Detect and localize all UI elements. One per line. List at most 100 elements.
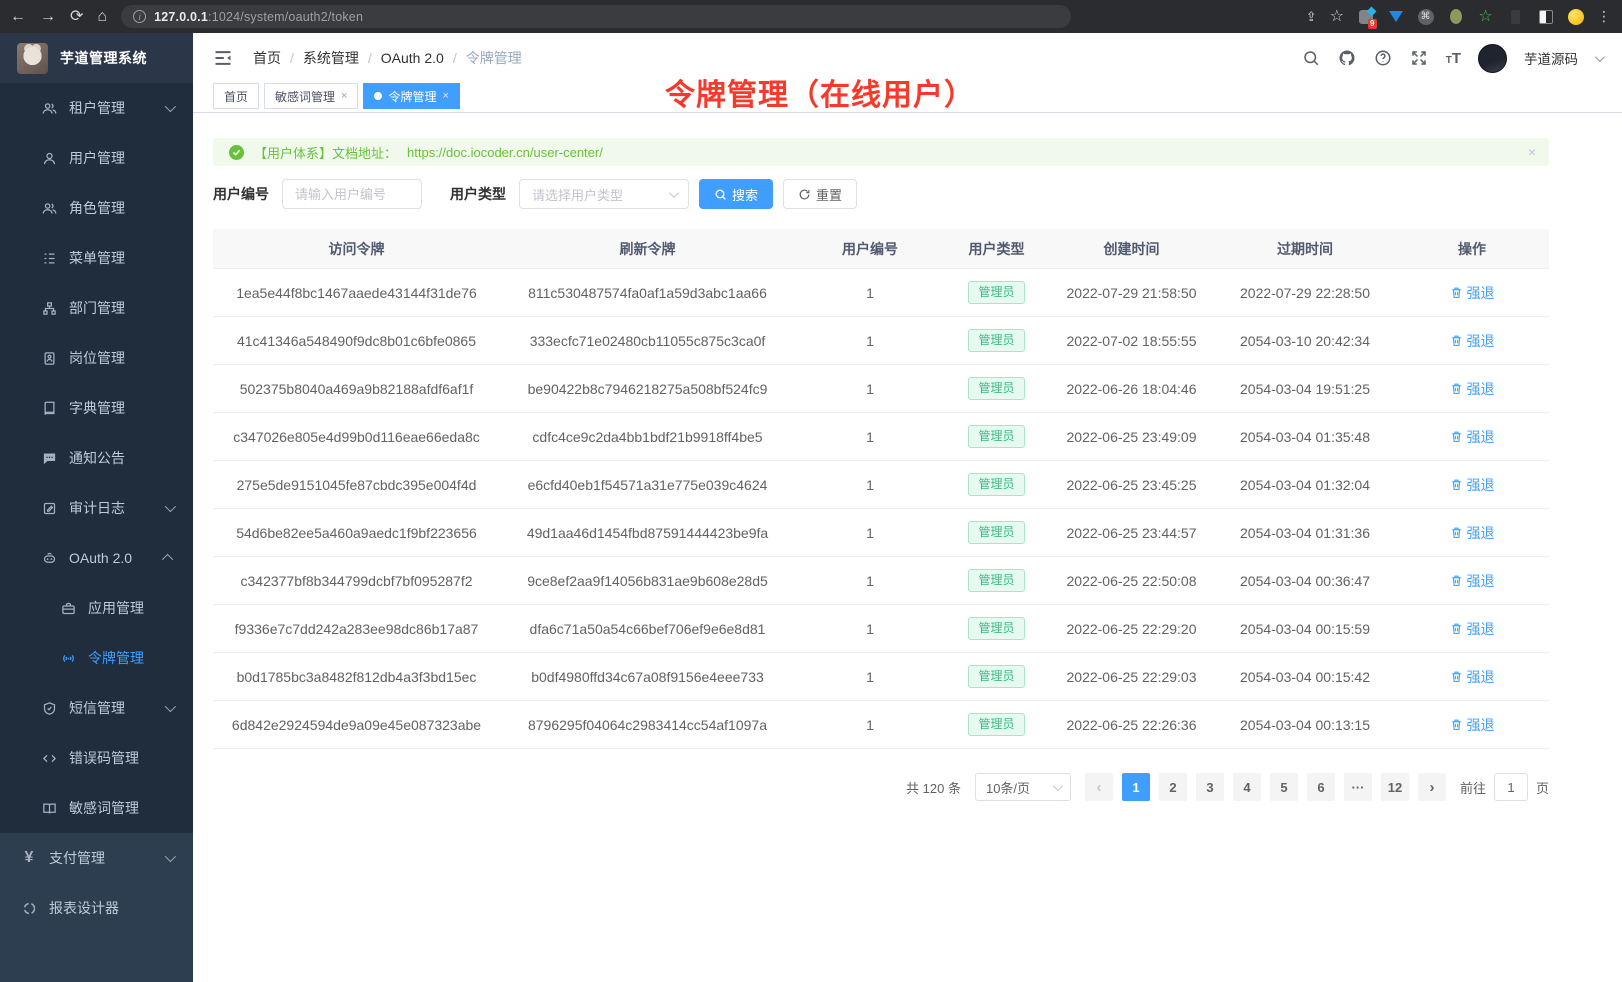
help-icon[interactable]: [1374, 49, 1393, 68]
jump-page-input[interactable]: [1494, 773, 1528, 801]
sidebar-item-sms-management[interactable]: 短信管理: [0, 683, 193, 733]
page-ellipsis[interactable]: ···: [1344, 773, 1372, 801]
yen-icon: ¥: [21, 849, 37, 867]
table-cell: 2054-03-04 01:31:36: [1215, 525, 1395, 541]
page-button-2[interactable]: 2: [1159, 773, 1187, 801]
sidebar-toggle-icon[interactable]: [213, 48, 233, 68]
sidebar-item-role-management[interactable]: 角色管理: [0, 183, 193, 233]
sidebar-item-token-management[interactable]: 令牌管理: [0, 633, 193, 683]
force-logout-button[interactable]: 强退: [1450, 475, 1495, 495]
breadcrumb-item-0[interactable]: 首页: [253, 48, 281, 68]
sidebar-item-tenant-management[interactable]: 租户管理: [0, 83, 193, 133]
sidebar-item-menu-management[interactable]: 菜单管理: [0, 233, 193, 283]
sidebar-item-label: 应用管理: [88, 598, 144, 618]
breadcrumb-separator: /: [290, 50, 294, 66]
extension-split-icon[interactable]: [1537, 8, 1554, 25]
extension-command-icon[interactable]: ⌘: [1417, 8, 1434, 25]
sidebar-item-notice-announcement[interactable]: 通知公告: [0, 433, 193, 483]
address-bar[interactable]: i 127.0.0.1:1024/system/oauth2/token: [121, 5, 1071, 28]
access-token: b0d1785bc3a8482f812db4a3f3bd15ec: [237, 669, 477, 685]
sidebar-item-audit-log[interactable]: 审计日志: [0, 483, 193, 533]
force-logout-button[interactable]: 强退: [1450, 283, 1495, 303]
sidebar-item-app-management[interactable]: 应用管理: [0, 583, 193, 633]
page-button-3[interactable]: 3: [1196, 773, 1224, 801]
user-id-input[interactable]: [282, 179, 422, 209]
table-body: 1ea5e44f8bc1467aaede43144f31de76811c5304…: [213, 269, 1549, 749]
extension-oval-icon[interactable]: [1447, 8, 1464, 25]
access-token: 1ea5e44f8bc1467aaede43144f31de76: [236, 285, 477, 301]
page-button-1[interactable]: 1: [1122, 773, 1150, 801]
table-cell: 管理员: [945, 521, 1048, 543]
user-menu-caret-icon[interactable]: [1595, 52, 1605, 62]
app-logo[interactable]: 芋道管理系统: [0, 33, 193, 83]
force-logout-button[interactable]: 强退: [1450, 619, 1495, 639]
users-icon: [41, 100, 57, 116]
page-button-6[interactable]: 6: [1307, 773, 1335, 801]
access-token: c342377bf8b344799dcbf7bf095287f2: [241, 573, 473, 589]
sidebar-item-sensitive-word-management[interactable]: 敏感词管理: [0, 783, 193, 833]
sidebar-item-dict-management[interactable]: 字典管理: [0, 383, 193, 433]
extension-emoji-icon[interactable]: [1567, 8, 1584, 25]
table-cell: 2022-06-26 18:04:46: [1048, 381, 1215, 397]
page-button-5[interactable]: 5: [1270, 773, 1298, 801]
github-icon[interactable]: [1338, 49, 1357, 68]
sidebar-item-pay-management[interactable]: ¥支付管理: [0, 833, 193, 883]
prev-page-button[interactable]: ‹: [1085, 773, 1113, 801]
home-icon[interactable]: ⌂: [97, 9, 107, 25]
back-icon[interactable]: ←: [10, 9, 26, 25]
font-size-icon[interactable]: TT: [1446, 50, 1461, 67]
refresh-token: 49d1aa46d1454fbd87591444423be9fa: [527, 525, 768, 541]
fullscreen-icon[interactable]: [1410, 49, 1429, 68]
force-logout-button[interactable]: 强退: [1450, 571, 1495, 591]
page-info-icon[interactable]: i: [133, 10, 146, 23]
search-icon[interactable]: [1302, 49, 1321, 68]
force-logout-button[interactable]: 强退: [1450, 667, 1495, 687]
token-signal-icon: [60, 650, 76, 666]
reset-button[interactable]: 重置: [783, 179, 857, 209]
sidebar-item-label: 角色管理: [69, 198, 125, 218]
avatar[interactable]: [1478, 44, 1507, 73]
alert-close-icon[interactable]: ×: [1528, 144, 1536, 160]
tab-0[interactable]: 首页: [213, 83, 259, 109]
table-cell: 2022-06-25 22:29:20: [1048, 621, 1215, 637]
alert-link[interactable]: https://doc.iocoder.cn/user-center/: [407, 145, 603, 160]
extension-star-icon[interactable]: ☆: [1477, 8, 1494, 25]
page-size-select[interactable]: 10条/页: [975, 773, 1071, 801]
force-logout-button[interactable]: 强退: [1450, 331, 1495, 351]
sidebar-item-oauth2[interactable]: OAuth 2.0: [0, 533, 193, 583]
extension-pin-icon[interactable]: 9: [1357, 8, 1374, 25]
tab-close-icon[interactable]: ×: [341, 90, 347, 102]
force-logout-button[interactable]: 强退: [1450, 715, 1495, 735]
table-row: 54d6be82ee5a460a9aedc1f9bf22365649d1aa46…: [213, 509, 1549, 557]
expire-time: 2054-03-04 00:13:15: [1240, 717, 1370, 733]
tab-2[interactable]: 令牌管理×: [363, 83, 459, 109]
breadcrumb-item-1[interactable]: 系统管理: [303, 48, 359, 68]
user-type-select[interactable]: 请选择用户类型: [519, 179, 689, 209]
bookmark-star-icon[interactable]: ☆: [1330, 9, 1344, 25]
force-logout-button[interactable]: 强退: [1450, 379, 1495, 399]
next-page-button[interactable]: ›: [1418, 773, 1446, 801]
sidebar-item-user-management[interactable]: 用户管理: [0, 133, 193, 183]
force-logout-button[interactable]: 强退: [1450, 523, 1495, 543]
forward-icon[interactable]: →: [40, 9, 56, 25]
user-type-tag: 管理员: [968, 473, 1024, 495]
search-button[interactable]: 搜索: [699, 179, 773, 209]
extension-flask-icon[interactable]: [1507, 8, 1524, 25]
share-icon[interactable]: ⇪: [1306, 10, 1317, 23]
table-cell: 强退: [1395, 667, 1549, 687]
breadcrumb-item-2[interactable]: OAuth 2.0: [381, 50, 444, 66]
tab-close-icon[interactable]: ×: [442, 90, 448, 102]
sidebar-item-post-management[interactable]: 岗位管理: [0, 333, 193, 383]
sidebar-item-dept-management[interactable]: 部门管理: [0, 283, 193, 333]
page-button-4[interactable]: 4: [1233, 773, 1261, 801]
force-logout-button[interactable]: 强退: [1450, 427, 1495, 447]
user-name[interactable]: 芋道源码: [1524, 48, 1578, 68]
browser-menu-icon[interactable]: ⋮: [1597, 8, 1612, 25]
page-button-12[interactable]: 12: [1381, 773, 1409, 801]
extension-gem-icon[interactable]: [1387, 8, 1404, 25]
sidebar-item-error-code-management[interactable]: 错误码管理: [0, 733, 193, 783]
tab-1[interactable]: 敏感词管理×: [264, 83, 358, 109]
reload-icon[interactable]: ⟳: [70, 9, 83, 25]
table-cell: 管理员: [945, 329, 1048, 351]
sidebar-item-report-designer[interactable]: 报表设计器: [0, 883, 193, 933]
